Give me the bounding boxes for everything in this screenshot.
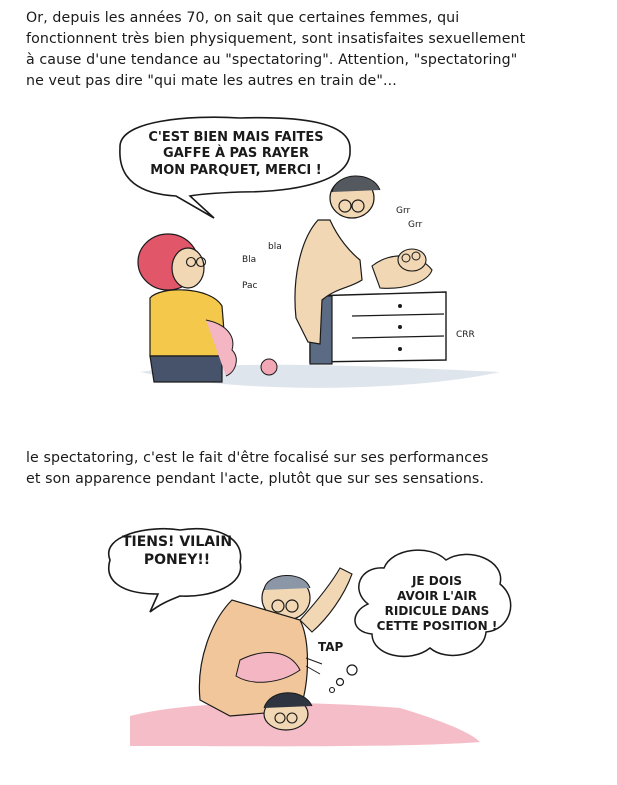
woman-face bbox=[171, 247, 205, 289]
sfx-bla-1: Bla bbox=[242, 255, 257, 265]
shout-line: TIENS! VILAIN bbox=[121, 534, 233, 550]
caption-middle: le spectatoring, c'est le fait d'être fo… bbox=[26, 448, 596, 490]
caption-line: à cause d'une tendance au "spectatoring"… bbox=[26, 52, 518, 68]
sfx-crr: CRR bbox=[456, 330, 475, 340]
speech-line: MON PARQUET, MERCI ! bbox=[150, 162, 322, 178]
shout-line: PONEY!! bbox=[143, 551, 211, 568]
caption-line: ne veut pas dire "qui mate les autres en… bbox=[26, 73, 397, 89]
panel-2-thought: JE DOIS AVOIR L'AIR RIDICULE DANS CETTE … bbox=[370, 574, 504, 634]
caption-line: Or, depuis les années 70, on sait que ce… bbox=[26, 10, 460, 26]
sfx-bla-2: bla bbox=[268, 242, 282, 252]
comic-page: Or, depuis les années 70, on sait que ce… bbox=[0, 0, 617, 785]
speech-line: C'EST BIEN MAIS FAITES bbox=[148, 130, 324, 145]
speech-line: GAFFE À PAS RAYER bbox=[163, 146, 309, 162]
panel-1-speech: C'EST BIEN MAIS FAITES GAFFE À PAS RAYER… bbox=[126, 130, 346, 179]
caption-line: fonctionnent très bien physiquement, son… bbox=[26, 31, 526, 47]
thought-line: AVOIR L'AIR bbox=[397, 589, 477, 603]
caption-line: le spectatoring, c'est le fait d'être fo… bbox=[26, 450, 489, 466]
caption-top: Or, depuis les années 70, on sait que ce… bbox=[26, 8, 596, 92]
thought-line: JE DOIS bbox=[411, 574, 463, 588]
sfx-grr-1: Grr bbox=[396, 206, 411, 216]
thought-line: RIDICULE DANS bbox=[384, 604, 490, 618]
panel-2-shout: TIENS! VILAIN PONEY!! bbox=[116, 534, 238, 569]
woman-pouf bbox=[149, 355, 223, 383]
yarn-ball bbox=[260, 358, 278, 376]
sfx-grr-2: Grr bbox=[408, 220, 423, 230]
thought-line: CETTE POSITION ! bbox=[376, 619, 498, 633]
panel-2-illustration bbox=[107, 527, 512, 747]
sfx-tap: TAP bbox=[318, 640, 344, 654]
caption-line: et son apparence pendant l'acte, plutôt … bbox=[26, 471, 485, 487]
sfx-pac: Pac bbox=[242, 281, 258, 291]
